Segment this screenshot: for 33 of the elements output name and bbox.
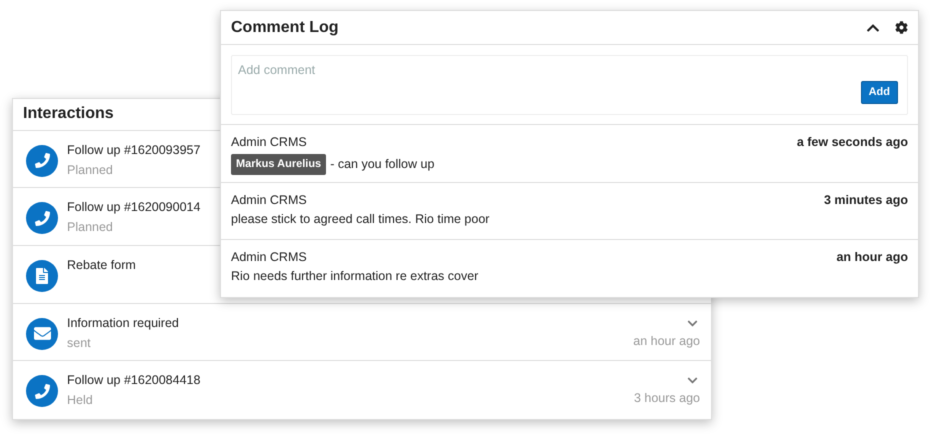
interaction-title: Information required: [67, 316, 179, 331]
envelope-icon: [26, 318, 58, 350]
phone-icon: [26, 202, 58, 234]
comment-text: please stick to agreed call times. Rio time poor: [231, 212, 490, 227]
interaction-status: Held: [67, 393, 93, 408]
comment-author: Admin CRMS: [231, 250, 307, 266]
mention-tag: Markus Aurelius: [231, 154, 326, 174]
interaction-status: Planned: [67, 220, 113, 236]
phone-icon: [26, 375, 58, 408]
document-icon: [26, 260, 58, 292]
interaction-time: an hour ago: [633, 334, 700, 349]
settings-icon[interactable]: [895, 21, 908, 34]
comment-text: Rio needs further information re extras cover: [231, 269, 478, 284]
interaction-status: sent: [67, 336, 91, 351]
interaction-title: Follow up #1620084418: [67, 373, 200, 388]
panel-title: Interactions: [23, 104, 114, 124]
interaction-title: Follow up #1620093957: [67, 142, 200, 158]
comment-text: - can you follow up: [330, 156, 434, 172]
interaction-title: Rebate form: [67, 258, 136, 274]
comment-field[interactable]: Add comment Add: [231, 55, 908, 115]
add-button[interactable]: Add: [860, 81, 898, 104]
interaction-title: Follow up #1620090014: [67, 200, 200, 216]
comment-time: an hour ago: [836, 250, 908, 266]
phone-icon: [26, 144, 58, 177]
interaction-time: 3 hours ago: [634, 391, 700, 406]
comment-time: a few seconds ago: [796, 135, 908, 150]
comment-time: 3 minutes ago: [824, 192, 908, 208]
chevron-down-icon[interactable]: [687, 318, 698, 329]
comment-author: Admin CRMS: [231, 135, 307, 150]
interaction-status: Planned: [67, 162, 113, 178]
comment-author: Admin CRMS: [231, 192, 307, 208]
panel-title: Comment Log: [231, 18, 340, 38]
chevron-down-icon[interactable]: [687, 375, 698, 386]
